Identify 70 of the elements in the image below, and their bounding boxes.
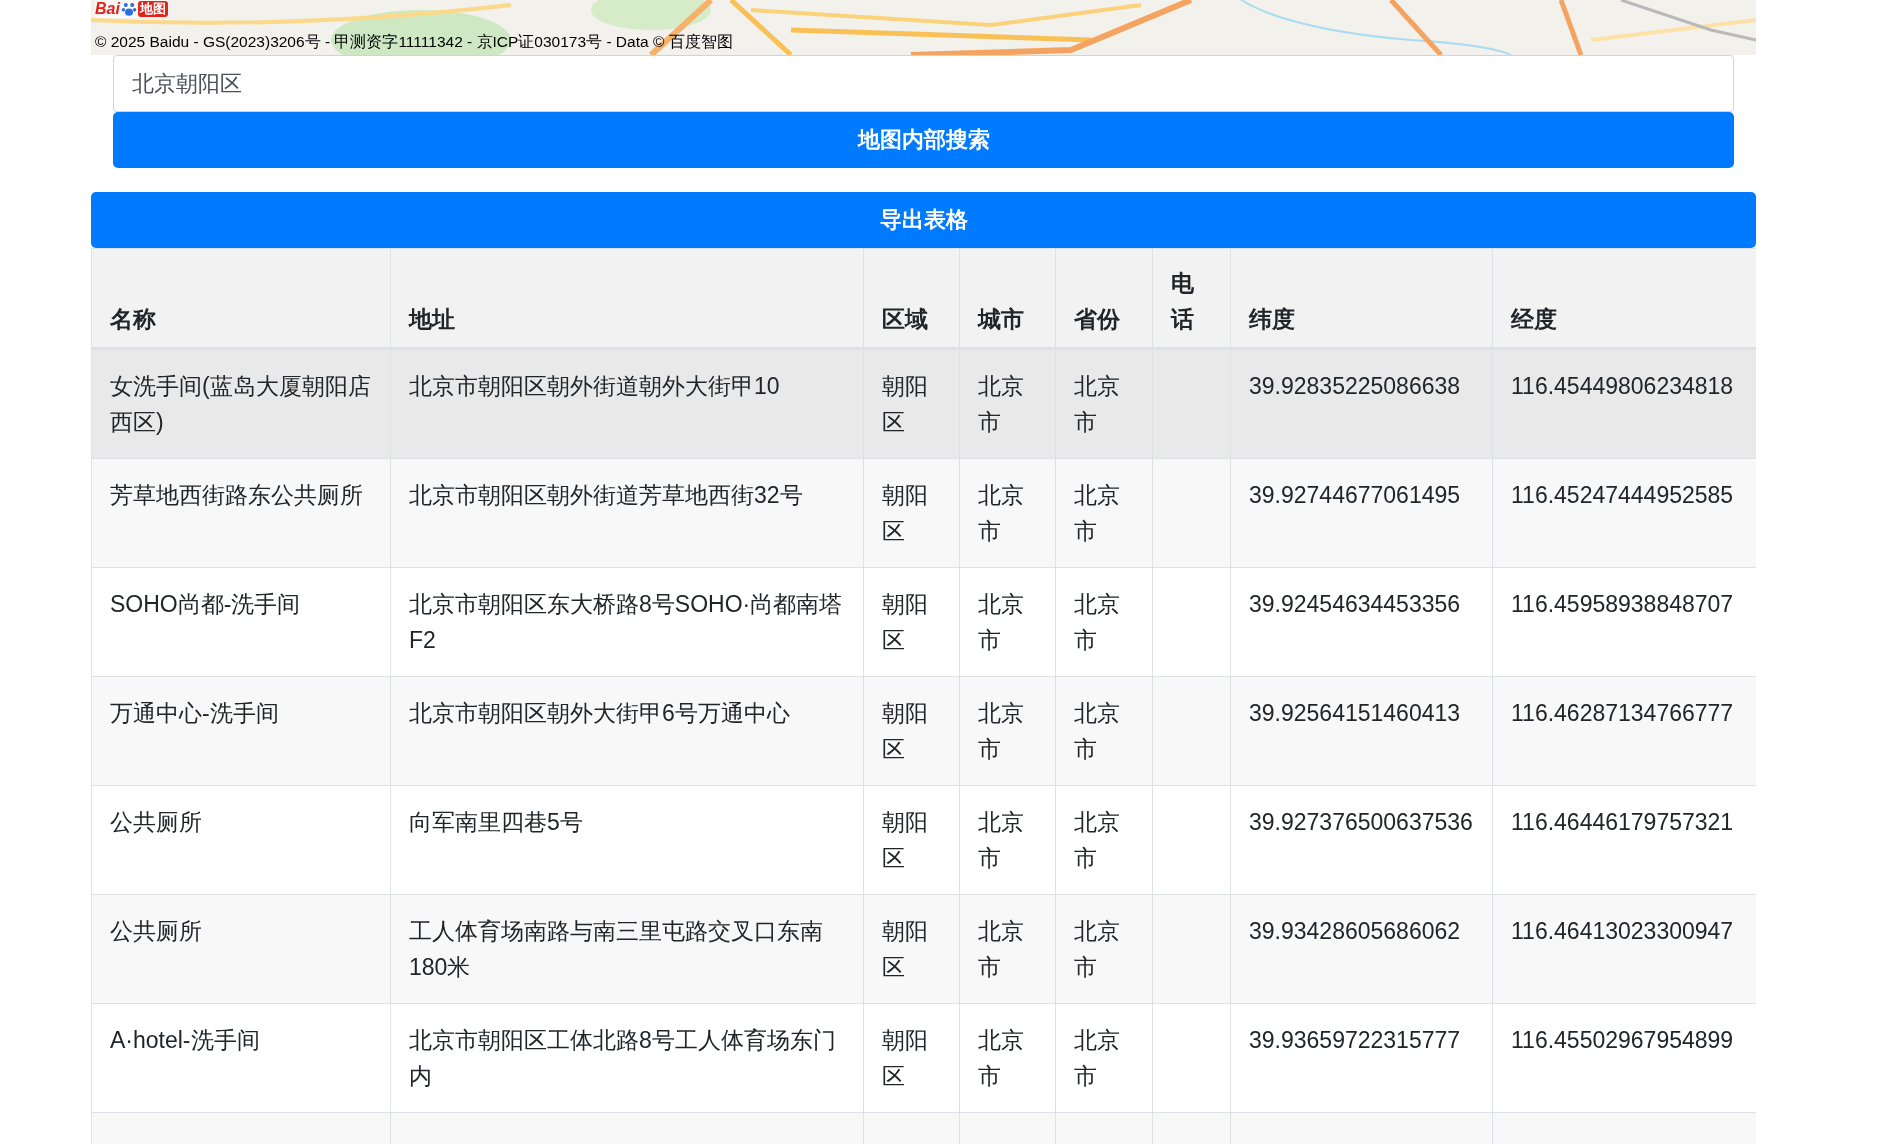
table-cell: 北京市 xyxy=(959,567,1056,677)
table-cell: 北京市 xyxy=(959,458,1056,568)
table-cell: 北京市 xyxy=(959,894,1056,1004)
table-cell: 北京市 xyxy=(1055,458,1153,568)
table-cell: A·hotel-洗手间 xyxy=(91,1003,391,1113)
table-cell: 朝阳区 xyxy=(863,348,960,459)
table-cell: 朝阳区 xyxy=(863,894,960,1004)
table-cell: 北京市 xyxy=(1055,567,1153,677)
table-cell: 芳草地西街路东公共厕所 xyxy=(91,458,391,568)
table-row[interactable]: 女洗手间(蓝岛大厦朝阳店西区) 北京市朝阳区朝外街道朝外大街甲10 朝阳区 北京市 北京市 39.92835225086638 116.45449806234818 xyxy=(91,348,1756,459)
table-cell: 39.927376500637536 xyxy=(1230,785,1493,895)
table-cell: 朝阳区 xyxy=(863,676,960,786)
table-cell: 北京市 xyxy=(1055,785,1153,895)
table-cell: 116.45502967954899 xyxy=(1492,1003,1756,1113)
table-cell: 女洗手间(蓝岛大厦朝阳店西区) xyxy=(91,348,391,459)
search-field[interactable]: 北京朝阳区 xyxy=(113,55,1734,112)
map-logo[interactable]: Bai 地图 xyxy=(95,0,168,18)
column-header: 地址 xyxy=(390,248,864,349)
column-header: 区域 xyxy=(863,248,960,349)
table-cell: 北京市朝阳区工体北路8号工人体育场东门内 xyxy=(390,1003,864,1113)
table-cell: 116.46446179757321 xyxy=(1492,785,1756,895)
paw-icon xyxy=(120,1,137,17)
table-cell: 北京市 xyxy=(1055,676,1153,786)
table-cell: 北京市 xyxy=(959,676,1056,786)
table-cell: 朝阳区 xyxy=(863,567,960,677)
table-cell: 北京市 xyxy=(1055,1003,1153,1113)
table-cell: 公共厕所 xyxy=(91,785,391,895)
table-cell: 116.45247444952585 xyxy=(1492,458,1756,568)
table-row[interactable]: 万通中心-洗手间 北京市朝阳区朝外大街甲6号万通中心 朝阳区 北京市 北京市 39.92564151460413 116.46287134766777 xyxy=(91,676,1756,786)
column-header: 电话 xyxy=(1152,248,1231,349)
table-cell: 北京市朝阳区朝外街道朝外大街甲10 xyxy=(390,348,864,459)
column-header: 经度 xyxy=(1492,248,1756,349)
table-row[interactable]: 公共厕所 工人体育场南路与南三里屯路交叉口东南180米 朝阳区 北京市 北京市 39.93428605686062 116.46413023300947 xyxy=(91,894,1756,1004)
table-row[interactable]: 公共厕所 向军南里四巷5号 朝阳区 北京市 北京市 39.927376500637536 116.46446179757321 xyxy=(91,785,1756,895)
table-cell: 116.45958938848707 xyxy=(1492,567,1756,677)
table-cell: 朝阳区 xyxy=(863,1003,960,1113)
table-cell: 公共厕所 xyxy=(91,894,391,1004)
table-cell: 39.93659722315777 xyxy=(1230,1003,1493,1113)
table-cell: 北京市 xyxy=(959,785,1056,895)
table-cell: 北京市 xyxy=(1055,348,1153,459)
table-cell: 北京市 xyxy=(959,1003,1056,1113)
column-header: 城市 xyxy=(959,248,1056,349)
export-button[interactable]: 导出表格 xyxy=(91,192,1756,248)
table-row[interactable]: SOHO尚都-洗手间 北京市朝阳区东大桥路8号SOHO·尚都南塔F2 朝阳区 北京市 北京市 39.92454634453356 116.45958938848707 xyxy=(91,567,1756,677)
table-row[interactable]: A·hotel-洗手间 北京市朝阳区工体北路8号工人体育场东门内 朝阳区 北京市 北京市 39.93659722315777 116.45502967954899 xyxy=(91,1003,1756,1113)
column-header: 省份 xyxy=(1055,248,1153,349)
table-cell: 向军南里四巷5号 xyxy=(390,785,864,895)
column-header: 名称 xyxy=(91,248,391,349)
table-cell: 39.92564151460413 xyxy=(1230,676,1493,786)
table-cell: 北京市朝阳区朝外大街甲6号万通中心 xyxy=(390,676,864,786)
table-cell: 北京市 xyxy=(959,348,1056,459)
table-cell: 北京市 xyxy=(1055,894,1153,1004)
table-cell: 北京市朝阳区东大桥路8号SOHO·尚都南塔F2 xyxy=(390,567,864,677)
table-cell: SOHO尚都-洗手间 xyxy=(91,567,391,677)
table-cell: 39.93428605686062 xyxy=(1230,894,1493,1004)
search-button[interactable]: 地图内部搜索 xyxy=(113,112,1734,168)
table-cell: 39.92835225086638 xyxy=(1230,348,1493,459)
table-cell: 工人体育场南路与南三里屯路交叉口东南180米 xyxy=(390,894,864,1004)
table-cell: 朝阳区 xyxy=(863,458,960,568)
map-copyright: © 2025 Baidu - GS(2023)3206号 - 甲测资字11111342 - 京ICP证030173号 - Data © 百度智图 xyxy=(95,34,733,50)
table-cell: 万通中心-洗手间 xyxy=(91,676,391,786)
table-cell: 39.92744677061495 xyxy=(1230,458,1493,568)
table-cell: 116.46287134766777 xyxy=(1492,676,1756,786)
column-header: 纬度 xyxy=(1230,248,1493,349)
table-cell: 39.92454634453356 xyxy=(1230,567,1493,677)
table-cell: 北京市朝阳区朝外街道芳草地西街32号 xyxy=(390,458,864,568)
table-cell: 116.46413023300947 xyxy=(1492,894,1756,1004)
table-row[interactable]: 芳草地西街路东公共厕所 北京市朝阳区朝外街道芳草地西街32号 朝阳区 北京市 北京市 39.92744677061495 116.45247444952585 xyxy=(91,458,1756,568)
table-cell: 116.45449806234818 xyxy=(1492,348,1756,459)
table-cell: 朝阳区 xyxy=(863,785,960,895)
